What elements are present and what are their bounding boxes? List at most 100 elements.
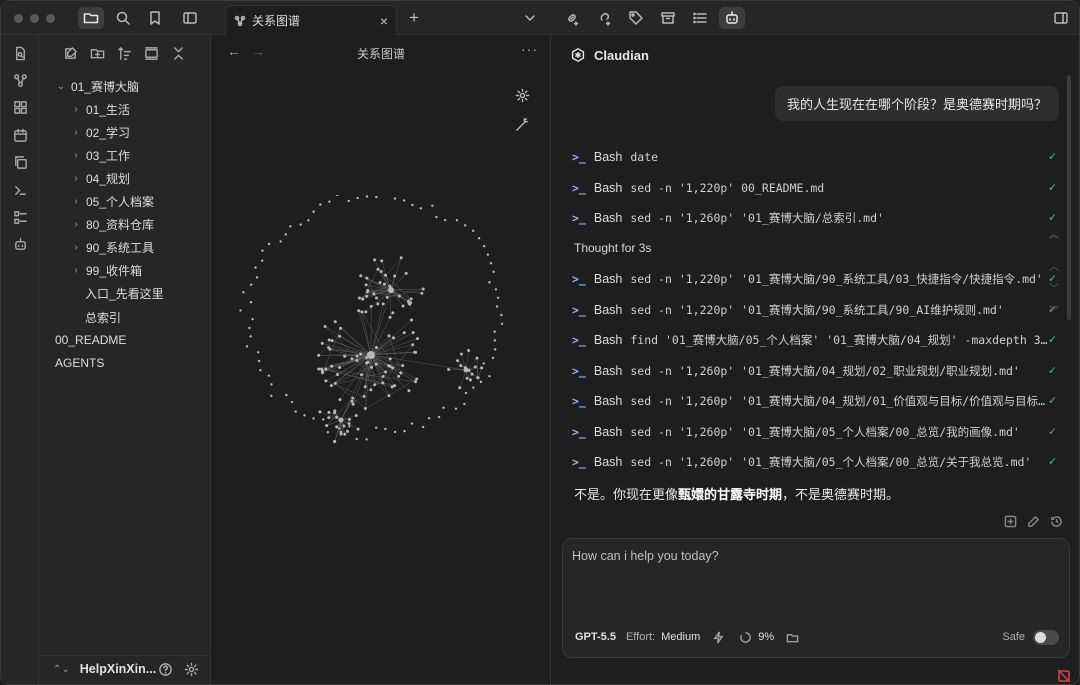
graph-node[interactable] — [356, 427, 360, 431]
graph-node[interactable] — [378, 281, 382, 285]
graph-node[interactable] — [338, 427, 341, 430]
graph-node[interactable] — [256, 351, 260, 354]
graph-node[interactable] — [494, 288, 498, 291]
graph-node[interactable] — [285, 393, 288, 397]
chevron-right-icon[interactable]: › — [70, 242, 82, 253]
graph-node[interactable] — [372, 292, 376, 296]
graph-node[interactable] — [496, 296, 500, 299]
graph-node[interactable] — [261, 249, 264, 252]
graph-node[interactable] — [437, 415, 441, 419]
tree-item[interactable]: › 01_生活 — [70, 98, 130, 120]
graph-node[interactable] — [325, 424, 329, 428]
collapse-all-icon[interactable] — [168, 43, 188, 63]
graph-node[interactable] — [327, 338, 331, 342]
graph-node[interactable] — [415, 377, 419, 381]
graph-node[interactable] — [393, 274, 397, 278]
graph-settings-gear-icon[interactable] — [512, 85, 532, 105]
graph-node[interactable] — [465, 376, 469, 380]
graph-node[interactable] — [393, 197, 397, 200]
chevron-down-icon[interactable]: ⌄ — [55, 81, 67, 92]
graph-node[interactable] — [375, 345, 379, 349]
graph-node[interactable] — [473, 365, 477, 369]
graph-node[interactable] — [380, 259, 384, 263]
graph-node[interactable] — [402, 331, 406, 335]
graph-node[interactable] — [381, 374, 385, 378]
graph-node[interactable] — [338, 334, 342, 338]
graph-node[interactable] — [442, 406, 445, 409]
graph-node[interactable] — [369, 388, 373, 392]
chevron-right-icon[interactable]: › — [70, 219, 82, 230]
chevron-right-icon[interactable]: › — [70, 104, 82, 115]
graph-node[interactable] — [303, 414, 306, 417]
graph-node[interactable] — [403, 429, 406, 433]
graph-node[interactable] — [367, 351, 375, 359]
new-folder-icon[interactable] — [87, 43, 107, 63]
model-selector[interactable]: GPT-5.5 — [575, 631, 616, 643]
graph-node[interactable] — [351, 396, 355, 400]
tree-item[interactable]: › 90_系统工具 — [70, 237, 154, 259]
graph-node[interactable] — [343, 354, 347, 358]
graph-node[interactable] — [411, 203, 414, 207]
graph-node[interactable] — [486, 253, 490, 256]
graph-node[interactable] — [375, 195, 378, 199]
graph-node[interactable] — [259, 368, 262, 372]
tool-call-row[interactable]: >_ Bash sed -n '1,260p' '01_赛博大脑/总索引.md' ✓ — [572, 207, 1056, 229]
graph-node[interactable] — [482, 244, 486, 248]
graph-node[interactable] — [364, 283, 368, 287]
graph-node[interactable] — [500, 322, 504, 326]
graph-node[interactable] — [390, 290, 394, 294]
graph-node[interactable] — [319, 203, 322, 206]
graph-node[interactable] — [347, 418, 351, 422]
graph-node[interactable] — [407, 389, 411, 393]
tree-item[interactable]: › 02_学习 — [70, 121, 130, 143]
graph-node[interactable] — [322, 418, 325, 421]
tool-call-row[interactable]: >_ Bash sed -n '1,220p' '01_赛博大脑/90_系统工具/0… — [572, 268, 1056, 290]
chat-composer[interactable]: How can i help you today? GPT-5.5 Effort… — [562, 538, 1070, 658]
graph-node[interactable] — [384, 370, 388, 374]
graph-node[interactable] — [493, 339, 497, 342]
graph-node[interactable] — [365, 294, 369, 298]
graph-node[interactable] — [480, 366, 484, 370]
graph-node[interactable] — [391, 311, 395, 315]
graph-node[interactable] — [343, 432, 347, 436]
graph-node[interactable] — [254, 266, 257, 269]
graph-node[interactable] — [479, 380, 483, 384]
tool-call-row[interactable]: >_ Bash sed -n '1,260p' '01_赛博大脑/05_个人档案/0… — [572, 421, 1056, 443]
graph-node[interactable] — [410, 318, 414, 322]
graph-node[interactable] — [415, 337, 419, 341]
new-note-icon[interactable] — [60, 43, 80, 63]
graph-node[interactable] — [255, 276, 259, 279]
bot-ribbon-icon[interactable] — [10, 234, 30, 254]
graph-node[interactable] — [338, 366, 342, 370]
graph-node[interactable] — [468, 378, 472, 382]
graph-node[interactable] — [357, 309, 361, 313]
search-icon[interactable] — [110, 7, 136, 29]
tree-item[interactable]: › 05_个人档案 — [70, 191, 154, 213]
graph-node[interactable] — [489, 262, 493, 265]
graph-node[interactable] — [387, 394, 391, 398]
chevron-right-icon[interactable]: › — [70, 127, 82, 138]
graph-node[interactable] — [391, 366, 395, 370]
graph-node[interactable] — [360, 310, 364, 314]
graph-node[interactable] — [327, 416, 331, 420]
chevron-right-icon[interactable]: › — [70, 150, 82, 161]
graph-node[interactable] — [375, 426, 378, 429]
graph-node[interactable] — [365, 361, 369, 365]
graph-node[interactable] — [411, 331, 415, 335]
scroll-bottom-chevron-icon[interactable]: ︾ — [1042, 301, 1066, 323]
graph-node[interactable] — [401, 364, 405, 368]
tree-item[interactable]: › 99_收件箱 — [70, 260, 142, 282]
tab-graph[interactable]: 关系图谱 × — [225, 5, 397, 35]
minimize-window-button[interactable] — [30, 14, 39, 23]
graph-node[interactable] — [249, 335, 252, 338]
calendar-icon[interactable] — [10, 125, 30, 145]
history-icon[interactable] — [1050, 515, 1063, 531]
graph-node[interactable] — [335, 415, 339, 419]
graph-node[interactable] — [492, 270, 495, 274]
graph-node[interactable] — [463, 402, 466, 406]
tool-call-row[interactable]: >_ Bash find '01_赛博大脑/05_个人档案' '01_赛博大脑/04… — [572, 329, 1056, 351]
graph-view-icon[interactable] — [10, 70, 30, 90]
graph-node[interactable] — [294, 410, 297, 413]
graph-node[interactable] — [270, 394, 273, 398]
graph-node[interactable] — [500, 313, 503, 317]
